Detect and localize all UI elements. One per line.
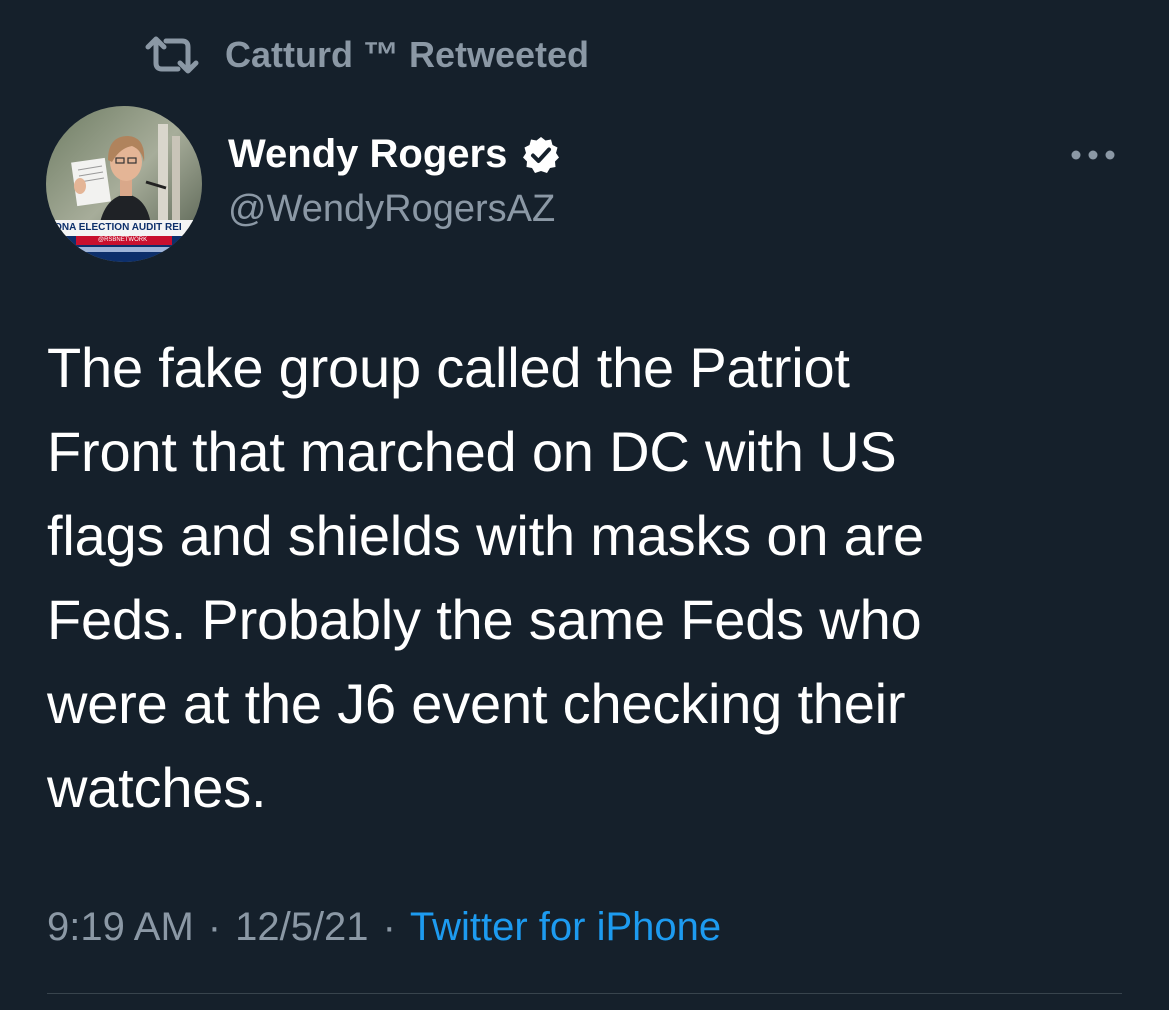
tweet-text-line: watches. bbox=[47, 756, 267, 819]
tweet-detail-view: Catturd ™ Retweeted ZONA ELECTION AUDIT … bbox=[0, 0, 1169, 1010]
divider bbox=[47, 993, 1122, 994]
tweet-metadata: 9:19 AM · 12/5/21 · Twitter for iPhone bbox=[47, 905, 721, 950]
retweet-label: Catturd ™ Retweeted bbox=[225, 34, 590, 75]
more-options-icon bbox=[1071, 150, 1115, 160]
tweet-text-line: flags and shields with masks on are bbox=[47, 504, 924, 567]
tweet-text-line: Feds. Probably the same Feds who bbox=[47, 588, 922, 651]
tweet-date[interactable]: 12/5/21 bbox=[235, 905, 368, 950]
avatar-banner-text: ZONA ELECTION AUDIT REI bbox=[48, 222, 182, 233]
meta-separator: · bbox=[207, 905, 222, 949]
avatar[interactable]: ZONA ELECTION AUDIT REI @RSBNETWORK bbox=[46, 106, 202, 262]
author-name[interactable]: Wendy Rogers bbox=[228, 132, 507, 177]
more-options-button[interactable] bbox=[1068, 140, 1118, 170]
tweet-text-line: Front that marched on DC with US bbox=[47, 420, 897, 483]
author-handle[interactable]: @WendyRogersAZ bbox=[228, 188, 555, 231]
retweet-banner[interactable]: Catturd ™ Retweeted bbox=[145, 30, 589, 80]
tweet-text-line: were at the J6 event checking their bbox=[47, 672, 906, 735]
tweet-time[interactable]: 9:19 AM bbox=[47, 905, 194, 950]
tweet-source-link[interactable]: Twitter for iPhone bbox=[410, 905, 721, 950]
tweet-text: The fake group called the Patriot Front … bbox=[47, 326, 1107, 830]
verified-badge-icon bbox=[521, 135, 561, 175]
avatar-network-text: @RSBNETWORK bbox=[98, 237, 148, 243]
meta-separator: · bbox=[382, 905, 396, 949]
retweet-icon bbox=[145, 35, 201, 75]
tweet-text-line: The fake group called the Patriot bbox=[47, 336, 850, 399]
author-name-row[interactable]: Wendy Rogers bbox=[228, 132, 561, 177]
